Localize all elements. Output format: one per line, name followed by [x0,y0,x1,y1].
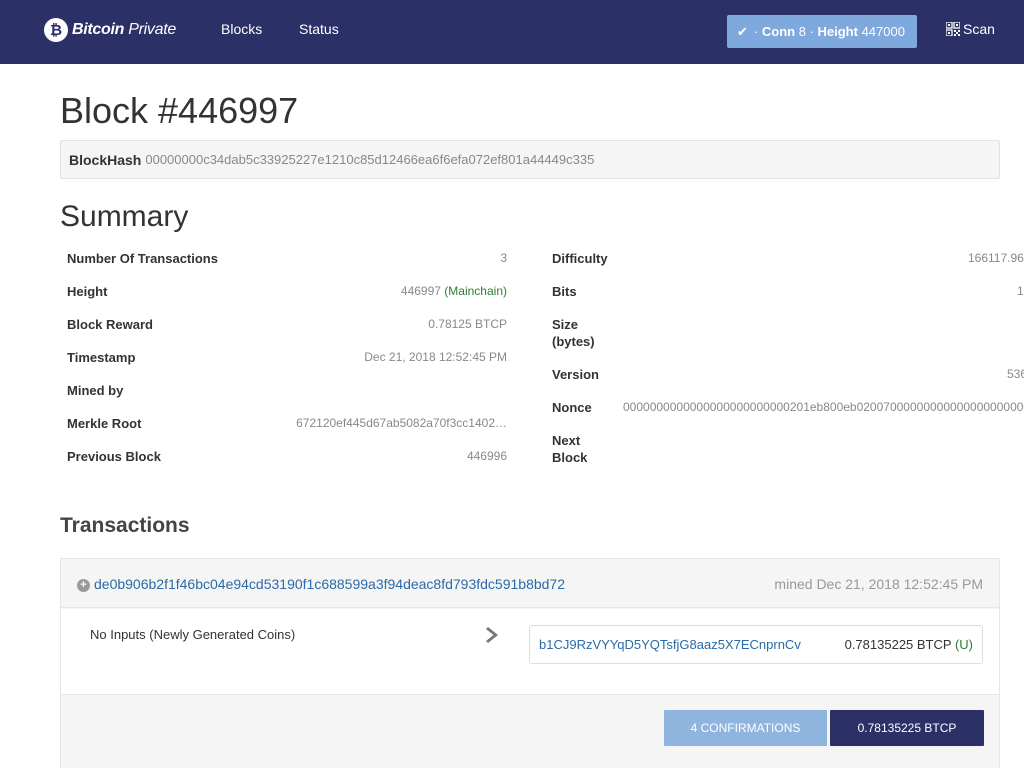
summary-title: Summary [60,200,189,233]
summary-label: Number Of Transactions [67,251,218,266]
check-icon: ✔ [737,23,748,39]
summary-label: Merkle Root [67,416,142,431]
summary-value: 1 [1017,284,1024,298]
brand-name: Bitcoin Private [72,21,176,38]
transaction-id-link[interactable]: de0b906b2f1f46bc04e94cd53190f1c688599a3f… [94,576,565,592]
no-inputs-text: No Inputs (Newly Generated Coins) [90,627,296,642]
unspent-flag: (U) [954,637,973,652]
summary-label: Block Reward [67,317,153,332]
summary-value: 166117.96 [968,251,1024,265]
conn-value: 8 [798,24,806,39]
connection-status-badge[interactable]: ✔ · Conn 8 · Height 447000 [727,15,917,48]
summary-value: 3 [500,251,507,265]
summary-label: Difficulty [552,251,608,266]
summary-label: Next Block [552,433,588,465]
mainchain-badge: (Mainchain) [444,284,507,298]
summary-label: Timestamp [67,350,136,365]
output-amount: 0.78135225 BTCP (U) [844,637,973,652]
block-hash-label: BlockHash [69,151,142,168]
nav-blocks-link[interactable]: Blocks [221,21,262,37]
scan-label: Scan [963,21,995,37]
summary-right-table: Difficulty 166117.96 Bits 1 Size (bytes) … [545,242,1024,472]
transaction-header: + de0b906b2f1f46bc04e94cd53190f1c688599a… [61,559,999,608]
expand-plus-icon[interactable]: + [77,579,90,592]
output-address-link[interactable]: b1CJ9RzVYYqD5YQTsfjG8aaz5X7ECnprnCv [539,637,801,652]
summary-value: 672120ef445d67ab5082a70f3cc1402… [296,416,507,430]
summary-label: Previous Block [67,449,161,464]
previous-block-link[interactable]: 446996 [467,448,507,465]
nav-status-link[interactable]: Status [299,21,339,37]
transaction-mined-time: mined Dec 21, 2018 12:52:45 PM [774,576,983,592]
chevron-right-icon [486,627,498,643]
bitcoin-icon: ₿ [44,18,68,42]
conn-label: Conn [761,24,796,39]
transaction-card: + de0b906b2f1f46bc04e94cd53190f1c688599a… [60,558,1000,768]
summary-label: Nonce [552,400,592,415]
block-hash-well: BlockHash 00000000c34dab5c33925227e1210c… [60,140,1000,179]
transaction-body: No Inputs (Newly Generated Coins) b1CJ9R… [61,609,999,694]
summary-label: Height [67,284,108,299]
summary-label: Bits [552,284,577,299]
transactions-title: Transactions [60,514,190,537]
height-label: Height [817,24,858,39]
height-value: 447000 [861,24,905,39]
summary-value: 0000000000000000000000000201eb800eb02007… [623,400,1024,414]
summary-label: Mined by [67,383,124,398]
qr-code-icon [946,22,960,36]
summary-label: Version [552,367,599,382]
summary-value: 446997 [400,284,441,298]
transaction-footer: 4 CONFIRMATIONS 0.78135225 BTCP [61,694,999,768]
brand-logo-link[interactable]: ₿ Bitcoin Private [44,16,176,44]
page-title: Block #446997 [60,90,299,131]
summary-value: 0.78125 BTCP [428,317,507,331]
confirmations-button[interactable]: 4 CONFIRMATIONS [664,710,827,746]
total-amount-button[interactable]: 0.78135225 BTCP [830,710,984,746]
summary-value: Dec 21, 2018 12:52:45 PM [364,350,507,364]
summary-value: 536 [1007,367,1024,381]
output-box: b1CJ9RzVYYqD5YQTsfjG8aaz5X7ECnprnCv 0.78… [529,625,983,664]
block-hash-value: 00000000c34dab5c33925227e1210c85d12466ea… [145,152,595,167]
scan-button[interactable]: Scan [946,21,995,37]
summary-label: Size (bytes) [552,317,595,349]
navbar: ₿ Bitcoin Private Blocks Status ✔ · Conn… [0,0,1024,64]
